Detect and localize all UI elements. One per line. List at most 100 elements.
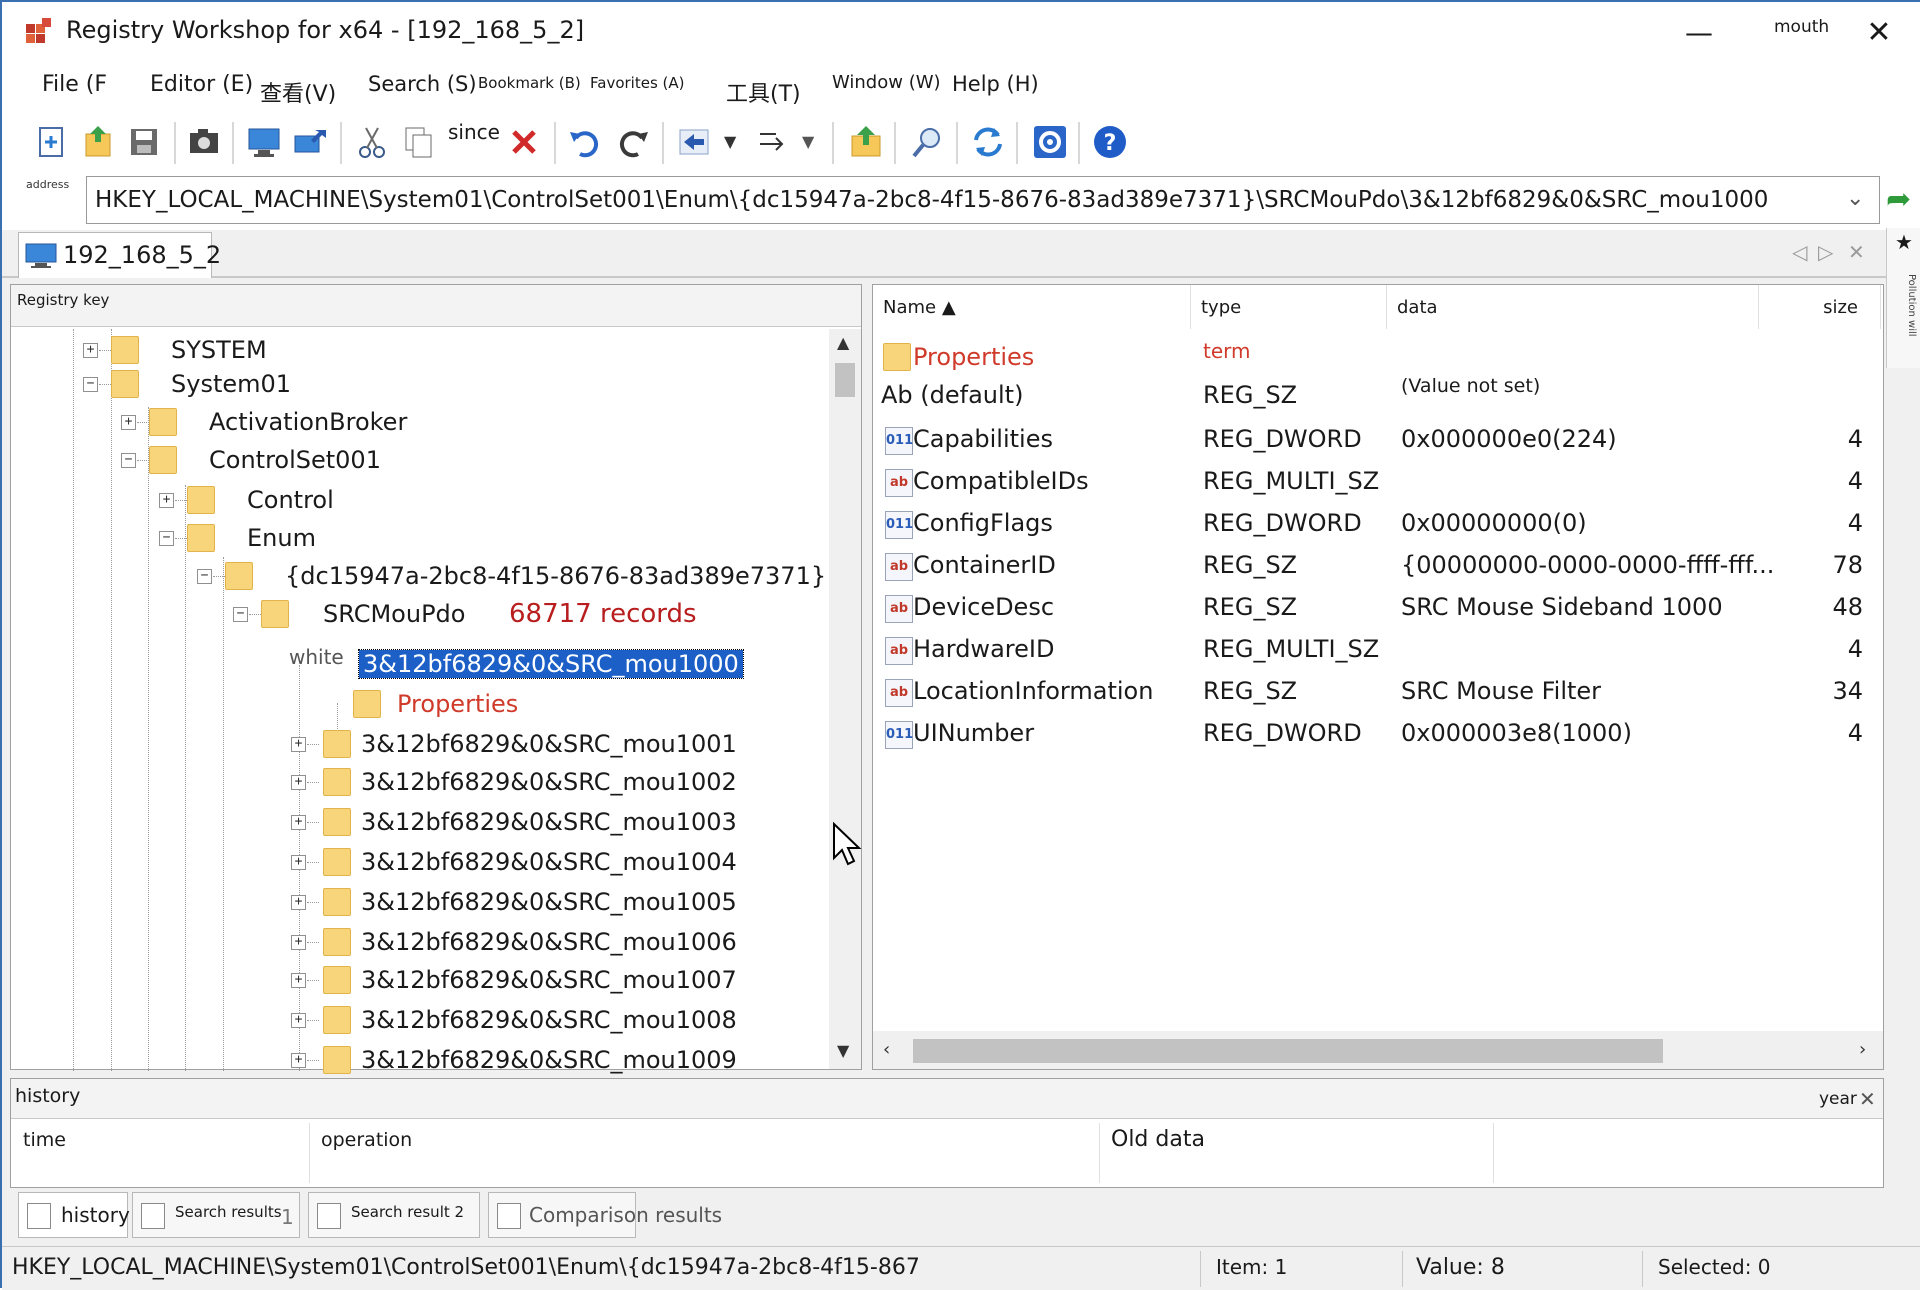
up-level-icon[interactable] [846,122,886,162]
menu-view[interactable]: 查看(V) [260,76,336,108]
collapse-icon[interactable]: − [197,569,212,584]
connect-icon[interactable] [244,122,284,162]
column-type[interactable]: type [1191,285,1387,329]
expand-icon[interactable]: + [291,1013,306,1028]
value-row[interactable]: ab HardwareID REG_MULTI_SZ 4 [873,629,1873,671]
menu-window[interactable]: Window (W) [832,72,941,93]
expand-icon[interactable]: + [291,737,306,752]
connection-tab[interactable]: 192_168_5_2 [18,232,221,278]
settings-icon[interactable] [1030,122,1070,162]
scroll-left-icon[interactable]: ‹ [883,1039,890,1060]
value-row[interactable]: ab ContainerID REG_SZ {00000000-0000-0000-f… [873,545,1873,587]
tree-item-label[interactable]: SRCMouPdo [323,595,465,633]
menu-file[interactable]: File (F [42,72,107,97]
tree-item-label[interactable]: {dc15947a-2bc8-4f15-8676-83ad389e7371} [285,557,826,595]
expand-icon[interactable]: + [291,895,306,910]
tree-item-label[interactable]: 3&12bf6829&0&SRC_mou1008 [361,1001,737,1039]
tree-item-label[interactable]: 3&12bf6829&0&SRC_mou1004 [361,843,737,881]
collapse-icon[interactable]: − [159,531,174,546]
value-row[interactable]: 011 ConfigFlags REG_DWORD 0x00000000(0) 4 [873,503,1873,545]
expand-icon[interactable]: + [291,973,306,988]
tree-item-label[interactable]: System01 [171,365,291,403]
tree-item-label[interactable]: 3&12bf6829&0&SRC_mou1005 [361,883,737,921]
copy-icon[interactable] [398,122,438,162]
menu-editor[interactable]: Editor (E) [150,72,253,97]
collapse-icon[interactable]: − [233,607,248,622]
tree-item-label[interactable]: 3&12bf6829&0&SRC_mou1007 [361,961,737,999]
expand-icon[interactable]: + [121,415,136,430]
go-arrow-icon[interactable]: ➦ [1886,182,1911,217]
value-row[interactable]: 011 Capabilities REG_DWORD 0x000000e0(224) 4 [873,419,1873,461]
tree-item-label[interactable]: 3&12bf6829&0&SRC_mou1001 [361,725,737,763]
close-button[interactable]: ✕ [1856,10,1902,56]
tab-scroll-left-icon[interactable]: ◁ [1792,240,1807,264]
redo-icon[interactable] [614,122,654,162]
collapse-icon[interactable]: − [121,453,136,468]
value-row[interactable]: ab DeviceDesc REG_SZ SRC Mouse Sideband 100… [873,587,1873,629]
snapshot-icon[interactable] [184,122,224,162]
save-icon[interactable] [124,122,164,162]
tab-history[interactable]: history [18,1192,130,1238]
menu-help[interactable]: Help (H) [952,72,1039,96]
tree-item-label[interactable]: Properties [397,685,518,723]
tab-close-icon[interactable]: ✕ [1848,240,1865,264]
history-col-operation[interactable]: operation [321,1129,412,1151]
expand-icon[interactable]: + [291,775,306,790]
side-panel-strip[interactable]: ★ Pollution will [1886,228,1920,368]
column-data[interactable]: data [1387,285,1759,329]
history-col-old-data[interactable]: Old data [1111,1127,1205,1152]
new-key-icon[interactable] [32,122,72,162]
scroll-up-icon[interactable]: ▲ [837,333,849,352]
address-dropdown-icon[interactable]: ⌄ [1846,186,1864,211]
tree-item-label[interactable]: Control [247,481,334,519]
tree-vertical-scrollbar[interactable]: ▲ ▼ [829,329,861,1069]
forward-dropdown-icon[interactable]: ▼ [802,132,814,151]
menu-bookmark[interactable]: Bookmark (B) [478,74,581,92]
value-row[interactable]: ab LocationInformation REG_SZ SRC Mouse Fil… [873,671,1873,713]
forward-icon[interactable] [754,122,794,162]
tree-scroll-thumb[interactable] [835,363,855,397]
tree-item-label[interactable]: SYSTEM [171,331,267,369]
scroll-down-icon[interactable]: ▼ [837,1041,849,1060]
column-name[interactable]: Name ▲ [873,285,1191,329]
tree-item-label[interactable]: ControlSet001 [209,441,381,479]
values-horizontal-scrollbar[interactable]: ‹ › [873,1031,1883,1069]
value-row[interactable]: Ab (default) REG_SZ (Value not set) [873,375,1873,417]
tree-item-label[interactable]: 3&12bf6829&0&SRC_mou1002 [361,763,737,801]
tab-comparison-results[interactable]: Comparison results [488,1192,722,1238]
history-col-time[interactable]: time [23,1129,66,1151]
expand-icon[interactable]: + [291,815,306,830]
tree-item-label[interactable]: 3&12bf6829&0&SRC_mou1003 [361,803,737,841]
history-close-icon[interactable]: ✕ [1859,1087,1876,1111]
remote-icon[interactable] [292,122,332,162]
tab-scroll-right-icon[interactable]: ▷ [1818,240,1833,264]
refresh-icon[interactable] [968,122,1008,162]
minimize-button[interactable]: — [1678,12,1720,54]
value-row[interactable]: 011 UINumber REG_DWORD 0x000003e8(1000) 4 [873,713,1873,755]
tab-search-result-2[interactable]: Search result 2 [308,1192,480,1238]
column-size[interactable]: size [1759,285,1881,329]
menu-search[interactable]: Search (S) [368,72,477,96]
cut-icon[interactable] [352,122,392,162]
expand-icon[interactable]: + [159,493,174,508]
expand-icon[interactable]: + [291,855,306,870]
star-icon[interactable]: ★ [1895,230,1913,254]
back-icon[interactable] [674,122,714,162]
expand-icon[interactable]: + [291,1053,306,1068]
address-field[interactable]: HKEY_LOCAL_MACHINE\System01\ControlSet00… [86,176,1880,224]
value-row[interactable]: ab CompatibleIDs REG_MULTI_SZ 4 [873,461,1873,503]
export-icon[interactable] [78,122,118,162]
scroll-right-icon[interactable]: › [1859,1039,1866,1060]
undo-icon[interactable] [564,122,604,162]
tree-item-label[interactable]: ActivationBroker [209,403,407,441]
tree-item-label[interactable]: 3&12bf6829&0&SRC_mou1000 [358,645,744,683]
value-row[interactable]: Properties term [873,337,1873,379]
tree-item-label[interactable]: Enum [247,519,316,557]
expand-icon[interactable]: + [291,935,306,950]
tab-search-results[interactable]: Search results 1 [132,1192,300,1238]
collapse-icon[interactable]: − [83,377,98,392]
tree-item-label[interactable]: 3&12bf6829&0&SRC_mou1006 [361,923,737,961]
menu-tools[interactable]: 工具(T) [726,76,801,108]
values-scroll-thumb[interactable] [913,1039,1663,1063]
help-icon[interactable]: ? [1090,122,1130,162]
